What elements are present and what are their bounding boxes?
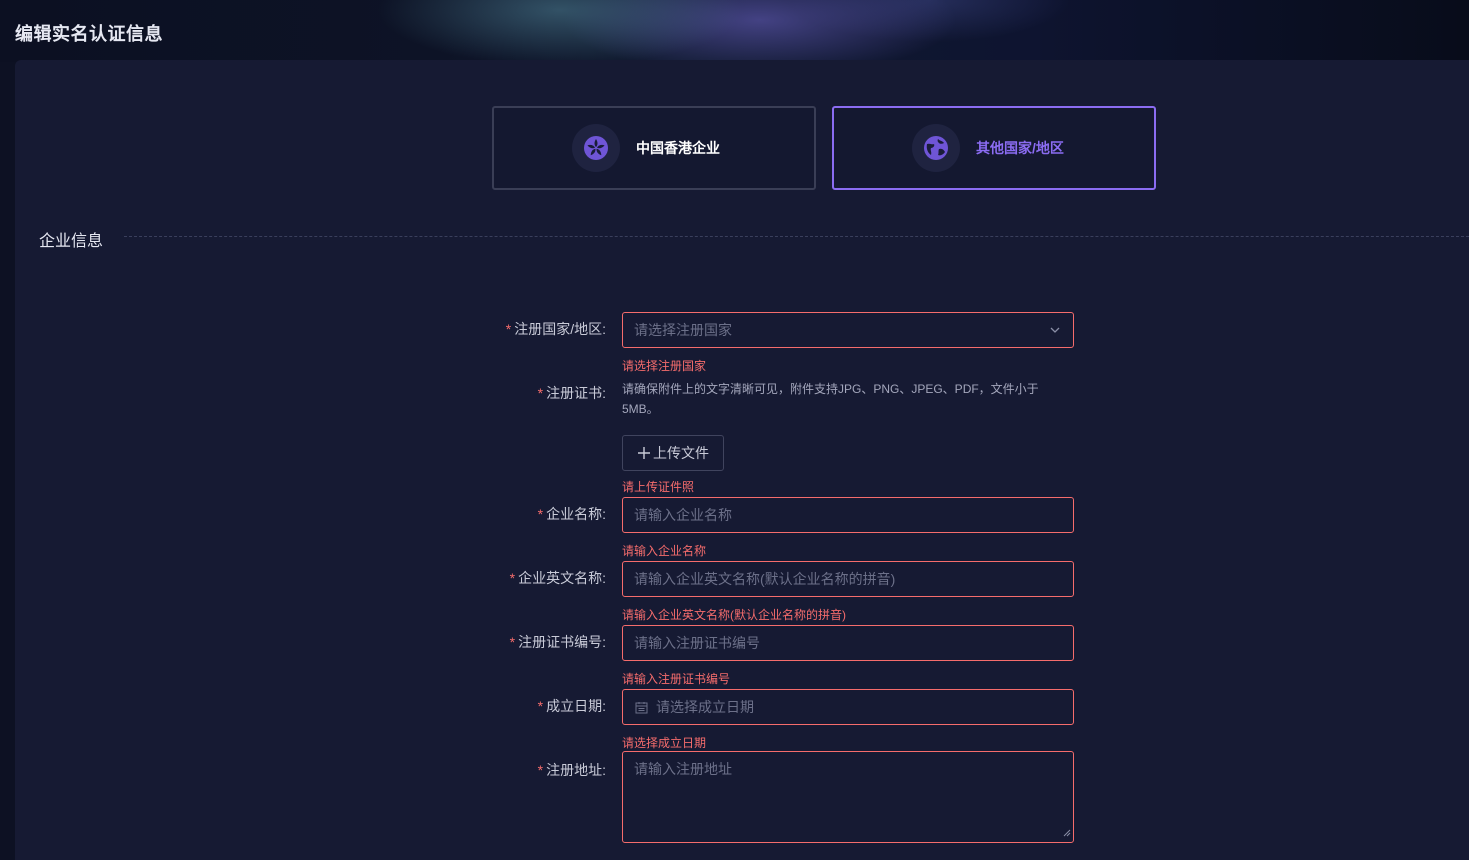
region-card-label: 其他国家/地区 [976,140,1064,156]
upload-file-button[interactable]: 上传文件 [622,435,724,471]
certificate-label: * 注册证书: [537,385,606,401]
top-banner [0,0,1469,62]
country-select[interactable]: 请选择注册国家 [622,312,1074,348]
section-title: 企业信息 [39,233,104,250]
company-en-name-input[interactable]: 请输入企业英文名称(默认企业名称的拼音) [622,561,1074,597]
bauhinia-icon [572,124,620,172]
cert-number-input[interactable]: 请输入注册证书编号 [622,625,1074,661]
region-card-other[interactable]: 其他国家/地区 [832,106,1156,190]
founded-date-error: 请选择成立日期 [622,736,707,750]
globe-icon [912,124,960,172]
founded-date-picker[interactable]: 请选择成立日期 [622,689,1074,725]
region-card-hongkong[interactable]: 中国香港企业 [492,106,816,190]
address-label: * 注册地址: [537,762,606,778]
certificate-hint: 请确保附件上的文字清晰可见，附件支持JPG、PNG、JPEG、PDF，文件小于5… [622,382,1039,416]
upload-file-label: 上传文件 [653,445,709,461]
region-card-label: 中国香港企业 [636,140,720,156]
page-title: 编辑实名认证信息 [15,24,163,44]
cert-number-error: 请输入注册证书编号 [622,672,731,686]
country-label: * 注册国家/地区: [505,321,606,337]
company-name-error: 请输入企业名称 [622,544,707,558]
company-name-label: * 企业名称: [537,506,606,522]
chevron-down-icon [1049,323,1061,339]
address-textarea[interactable]: 请输入注册地址 [622,751,1074,843]
country-placeholder: 请选择注册国家 [634,322,732,338]
founded-date-label: * 成立日期: [537,698,606,714]
resize-handle-icon[interactable] [1063,824,1071,840]
cert-number-label: * 注册证书编号: [509,634,606,650]
company-en-name-error: 请输入企业英文名称(默认企业名称的拼音) [622,608,846,622]
plus-icon [637,446,651,460]
company-name-input[interactable]: 请输入企业名称 [622,497,1074,533]
section-divider [124,236,1469,237]
calendar-icon [635,701,648,714]
required-mark: * [505,321,512,337]
certificate-error: 请上传证件照 [622,480,695,494]
country-error: 请选择注册国家 [622,359,707,373]
company-en-name-label: * 企业英文名称: [509,570,606,586]
